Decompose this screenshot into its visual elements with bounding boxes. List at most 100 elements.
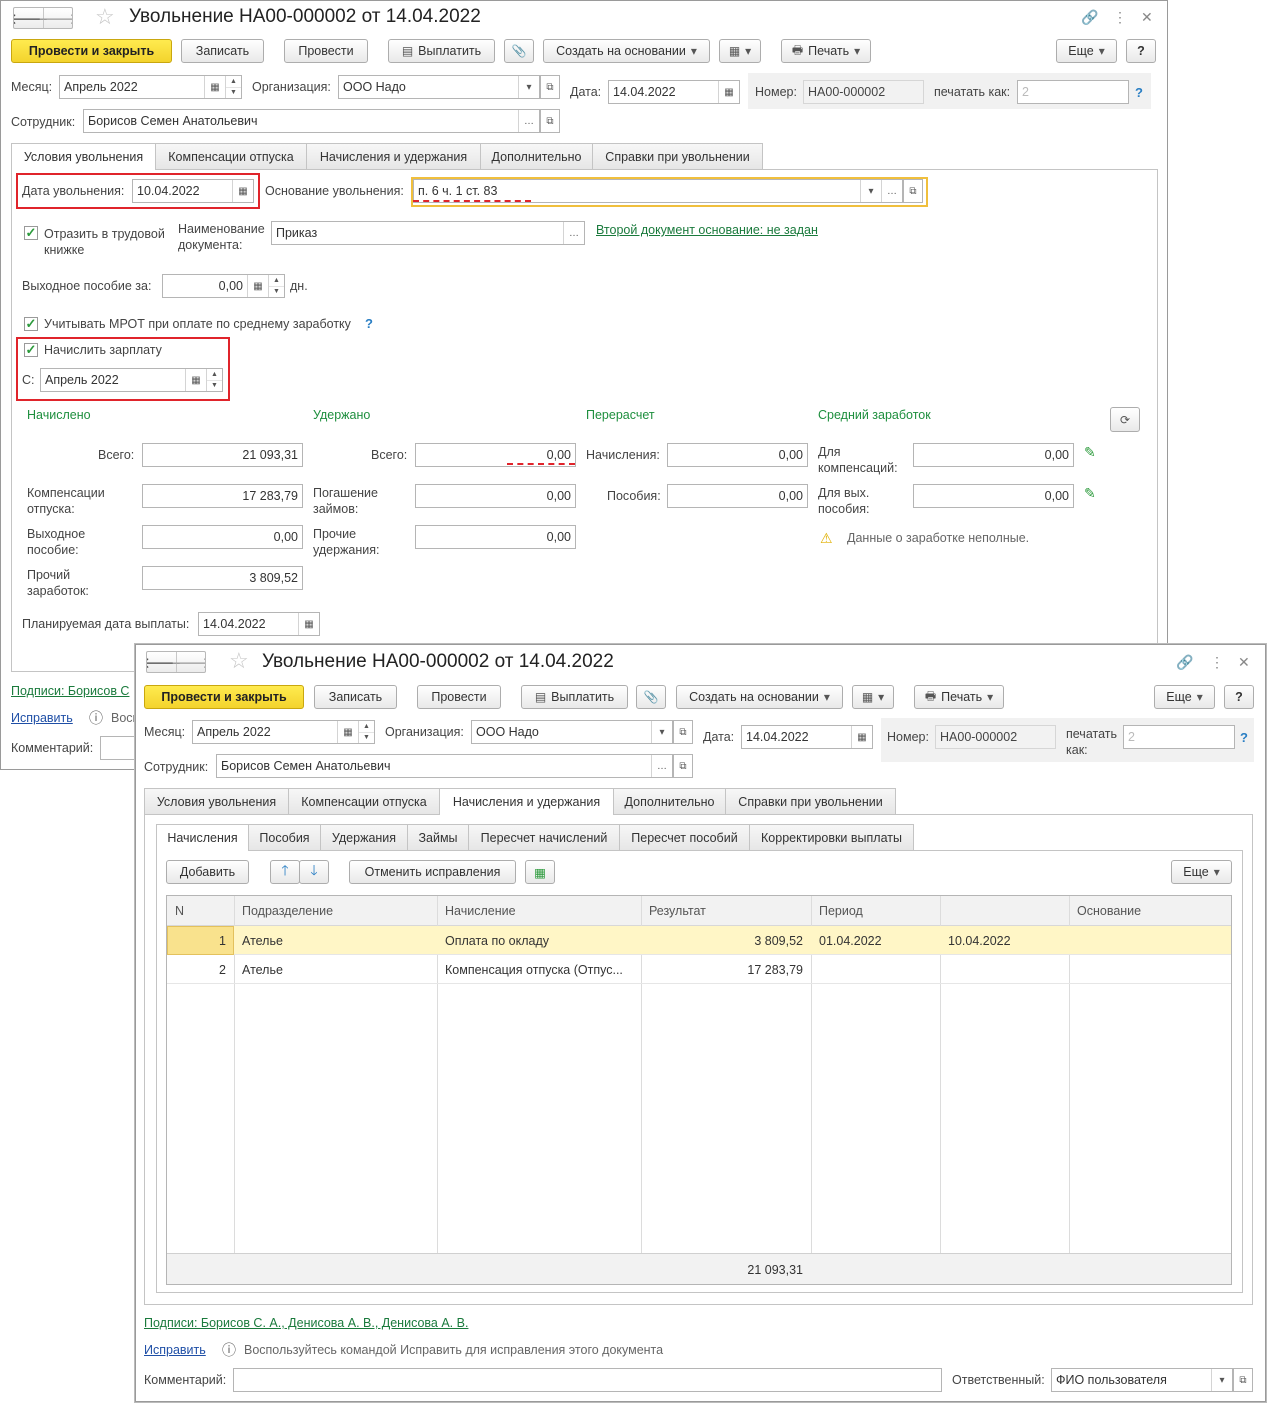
column-header-period-end[interactable] [940,896,1069,926]
attach-button[interactable]: 📎 [504,39,534,63]
select-dots-icon[interactable]: … [651,755,672,777]
tab-dismissal-conditions[interactable]: Условия увольнения [11,143,156,170]
comment-field[interactable] [233,1368,942,1392]
save-button[interactable]: Записать [181,39,264,63]
refresh-button[interactable]: ⟳ [1110,407,1140,432]
other-earnings-field[interactable]: 3 809,52 [142,566,303,590]
subtab-recalc-accruals[interactable]: Пересчет начислений [468,824,620,850]
create-based-button[interactable]: Создать на основании ▾ [543,39,710,63]
nav-buttons[interactable]: 🡐🡒 [146,651,206,673]
fix-link[interactable]: Исправить [11,711,73,725]
calendar-icon[interactable]: ▦ [718,81,739,103]
open-employee-icon[interactable]: ⧉ [540,109,560,133]
help-button[interactable]: ? [1126,39,1156,63]
mrot-help-icon[interactable]: ? [365,316,373,331]
more-button[interactable]: Еще ▾ [1056,39,1117,63]
post-and-close-button[interactable]: Провести и закрыть [144,685,304,709]
attach-button[interactable]: 📎 [636,685,666,709]
org-field[interactable]: ООО Надо ▾ [471,720,673,744]
calendar-icon[interactable]: ▦ [337,721,358,743]
print-as-field[interactable]: 2 [1123,725,1235,749]
avg-comp-field[interactable]: 0,00 [913,443,1074,467]
create-based-button[interactable]: Создать на основании ▾ [676,685,843,709]
cancel-fix-button[interactable]: Отменить исправления [349,860,516,884]
severance-pay-field[interactable]: 0,00 [142,525,303,549]
number-field[interactable]: НА00-000002 [803,80,924,104]
forward-arrow-icon[interactable]: 🡒 [38,8,72,28]
forward-arrow-icon[interactable]: 🡒 [171,652,205,672]
calendar-icon[interactable]: ▦ [851,726,872,748]
subtab-payment-adjustments[interactable]: Корректировки выплаты [749,824,914,850]
column-header-department[interactable]: Подразделение [234,896,437,926]
date-field[interactable]: 14.04.2022 ▦ [608,80,740,104]
select-dots-icon[interactable]: … [563,222,584,244]
calendar-icon[interactable]: ▦ [204,76,225,98]
tab-accruals-deductions[interactable]: Начисления и удержания [439,788,614,815]
save-button[interactable]: Записать [314,685,397,709]
dropdown-arrow-icon[interactable]: ▾ [518,76,539,98]
table-more-button[interactable]: Еще ▾ [1171,860,1232,884]
employee-field[interactable]: Борисов Семен Анатольевич… [83,109,540,133]
column-header-n[interactable]: N [167,896,234,926]
tab-certificates[interactable]: Справки при увольнении [725,788,896,814]
tab-certificates[interactable]: Справки при увольнении [592,143,763,169]
org-field[interactable]: ООО Надо ▾ [338,75,540,99]
recalc-accruals-field[interactable]: 0,00 [667,443,808,467]
month-field[interactable]: Апрель 2022 ▦ ▲ ▼ [192,720,375,744]
subtab-benefits[interactable]: Пособия [248,824,321,850]
close-icon[interactable]: ✕ [1238,654,1250,670]
select-dots-icon[interactable]: … [518,110,539,132]
table-settings-button[interactable]: ▦ [525,860,555,884]
tab-additional[interactable]: Дополнительно [613,788,726,814]
column-header-accrual[interactable]: Начисление [437,896,641,926]
planned-date-field[interactable]: 14.04.2022 ▦ [198,612,320,636]
employee-field[interactable]: Борисов Семен Анатольевич… [216,754,673,778]
nav-buttons[interactable]: 🡐🡒 [13,7,73,29]
menu-dots-icon[interactable]: ⋮ [1210,654,1224,670]
reports-button[interactable]: ▦ ▾ [719,39,761,63]
favorite-star-icon[interactable]: ☆ [95,6,115,28]
post-and-close-button[interactable]: Провести и закрыть [11,39,172,63]
second-doc-link[interactable]: Второй документ основание: не задан [596,223,818,237]
open-responsible-icon[interactable]: ⧉ [1233,1368,1253,1392]
calculator-icon[interactable]: ▦ [247,275,268,297]
post-button[interactable]: Провести [284,39,368,63]
doc-name-field[interactable]: Приказ… [271,221,585,245]
help-button[interactable]: ? [1224,685,1254,709]
avg-severance-field[interactable]: 0,00 [913,484,1074,508]
help-question-icon[interactable]: ? [1135,85,1143,100]
link-icon[interactable]: 🔗 [1081,9,1098,25]
open-org-icon[interactable]: ⧉ [673,720,693,744]
severance-stepper[interactable]: ▲ ▼ [268,275,284,297]
open-org-icon[interactable]: ⧉ [540,75,560,99]
month-stepper[interactable]: ▲ ▼ [225,76,241,98]
subtab-deductions[interactable]: Удержания [320,824,408,850]
other-deductions-field[interactable]: 0,00 [415,525,576,549]
tab-vacation-compensation[interactable]: Компенсации отпуска [288,788,440,814]
date-field[interactable]: 14.04.2022 ▦ [741,725,873,749]
recalc-benefits-field[interactable]: 0,00 [667,484,808,508]
pay-button[interactable]: ▤ Выплатить [521,685,628,709]
add-button[interactable]: Добавить [166,860,249,884]
close-icon[interactable]: ✕ [1141,9,1153,25]
subtab-accruals[interactable]: Начисления [156,824,249,851]
accrued-total-field[interactable]: 21 093,31 [142,443,303,467]
post-button[interactable]: Провести [417,685,501,709]
help-question-icon[interactable]: ? [1240,730,1248,745]
column-header-period[interactable]: Период [811,896,940,926]
print-button[interactable]: 🖶 Печать ▾ [781,39,871,63]
link-icon[interactable]: 🔗 [1176,654,1193,670]
severance-field[interactable]: 0,00 ▦ ▲ ▼ [162,274,285,298]
menu-dots-icon[interactable]: ⋮ [1113,9,1127,25]
edit-pencil-icon[interactable]: ✎ [1084,485,1096,502]
print-button[interactable]: 🖶 Печать ▾ [914,685,1004,709]
dropdown-arrow-icon[interactable]: ▾ [1211,1369,1232,1391]
tab-vacation-compensation[interactable]: Компенсации отпуска [155,143,307,169]
fix-link[interactable]: Исправить [144,1343,206,1357]
signatures-link[interactable]: Подписи: Борисов С. А., Денисова А. В., … [144,1316,468,1330]
month-field[interactable]: Апрель 2022 ▦ ▲ ▼ [59,75,242,99]
open-employee-icon[interactable]: ⧉ [673,754,693,778]
vacation-comp-field[interactable]: 17 283,79 [142,484,303,508]
responsible-field[interactable]: ФИО пользователя ▾ [1051,1368,1233,1392]
subtab-loans[interactable]: Займы [407,824,469,850]
